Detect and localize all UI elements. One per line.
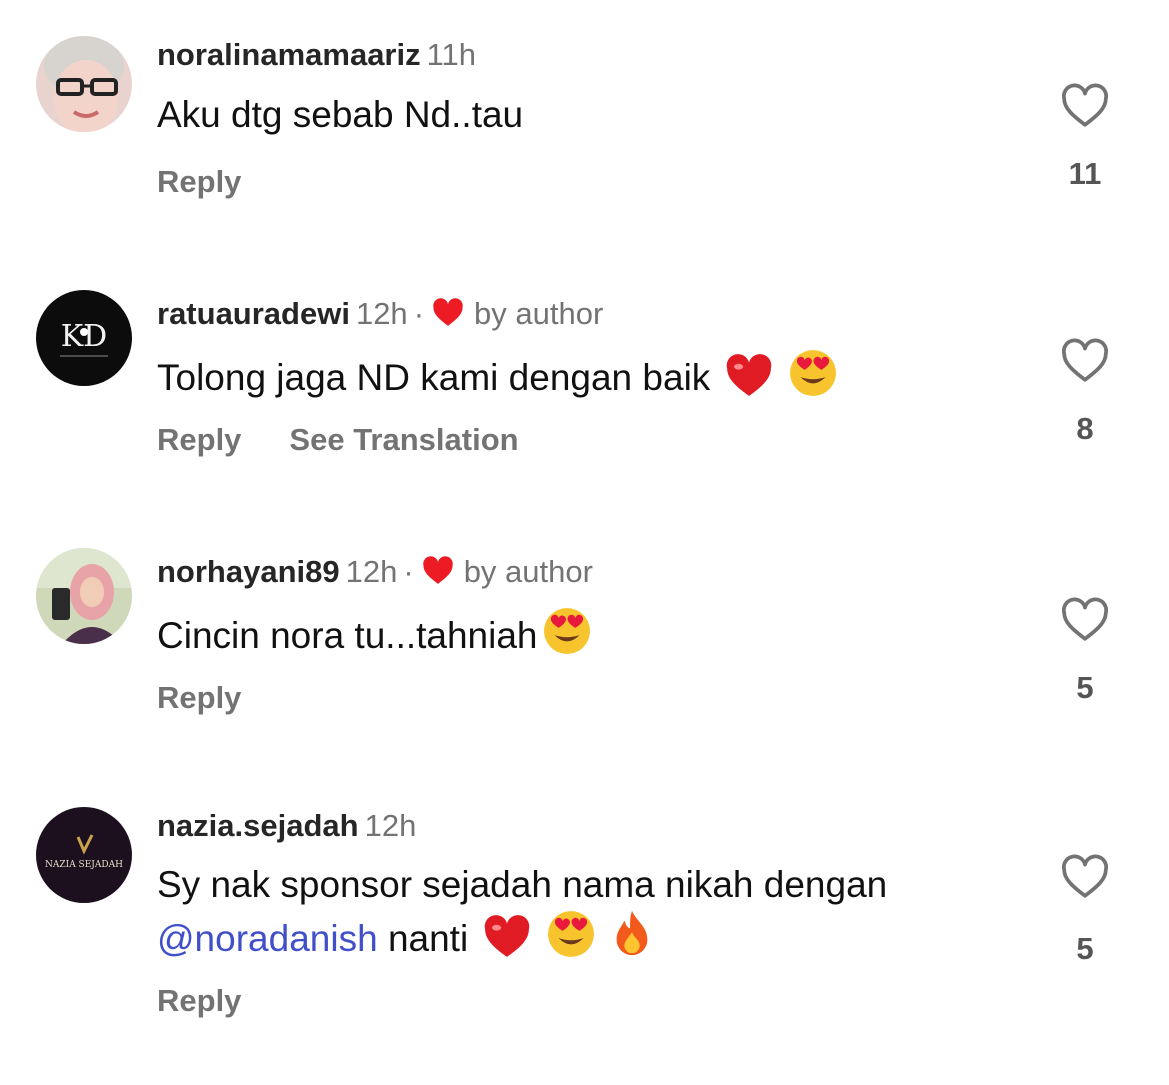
username[interactable]: noralinamamaariz	[157, 37, 421, 72]
reply-button[interactable]: Reply	[157, 680, 241, 715]
liked-by-author-heart-icon	[433, 298, 463, 326]
comment-body: Tolong jaga ND kami dengan baik	[157, 357, 711, 398]
comment-body-line2: @noradanish nanti	[157, 909, 887, 963]
heart-eyes-emoji-icon	[548, 911, 595, 957]
avatar[interactable]	[36, 36, 132, 132]
username[interactable]: nazia.sejadah	[157, 808, 359, 843]
by-author-label: by author	[463, 554, 593, 589]
heart-eyes-emoji-icon	[790, 350, 837, 396]
avatar[interactable]: NAZIA SEJADAH	[36, 807, 132, 903]
reply-button[interactable]: Reply	[157, 164, 241, 199]
timestamp: 12h	[364, 808, 417, 843]
username[interactable]: ratuauradewi	[157, 296, 350, 331]
comment-body: Aku dtg sebab Nd..tau	[157, 94, 524, 135]
comment-body-line1: Sy nak sponsor sejadah nama nikah dengan	[157, 864, 888, 905]
portrait-photo-icon	[36, 548, 132, 644]
comment-text: Tolong jaga ND kami dengan baik	[157, 348, 838, 402]
separator: ·	[413, 296, 425, 331]
like-count: 8	[1076, 411, 1094, 446]
comment-meta: noralinamamaariz 11h	[157, 35, 476, 75]
red-heart-emoji-icon	[484, 915, 530, 957]
heart-eyes-emoji-icon	[543, 608, 590, 654]
comment-body-tail: nanti	[387, 918, 469, 959]
like-column: 8	[1045, 337, 1125, 447]
avatar-logo-text: KD	[61, 319, 107, 354]
avatar[interactable]	[36, 548, 132, 644]
like-count: 11	[1068, 156, 1102, 191]
comment-meta: ratuauradewi 12h · by author	[157, 294, 603, 334]
like-count: 5	[1076, 931, 1094, 966]
liked-by-author-heart-icon	[422, 556, 453, 584]
nazia-sejadah-logo-icon: NAZIA SEJADAH	[36, 807, 132, 903]
comment-text: Cincin nora tu...tahniah	[157, 606, 592, 660]
avatar-logo-text: NAZIA SEJADAH	[45, 860, 123, 870]
timestamp: 12h	[355, 296, 408, 331]
comment-text: Sy nak sponsor sejadah nama nikah dengan…	[157, 861, 887, 963]
see-translation-button[interactable]: See Translation	[289, 422, 518, 457]
like-column: 5	[1045, 596, 1125, 706]
comment-meta: norhayani89 12h · by author	[157, 552, 593, 592]
avatar[interactable]: KD	[36, 290, 132, 386]
heart-outline-icon[interactable]	[1060, 853, 1110, 899]
like-column: 11	[1045, 82, 1125, 192]
comment-actions: Reply	[157, 680, 241, 716]
portrait-photo-icon	[36, 36, 132, 132]
heart-outline-icon[interactable]	[1060, 337, 1110, 383]
red-heart-emoji-icon	[727, 354, 772, 396]
separator: ·	[403, 554, 414, 589]
comment-actions: Reply	[157, 983, 241, 1019]
comment-meta: nazia.sejadah 12h	[157, 806, 416, 846]
like-count: 5	[1076, 670, 1094, 705]
timestamp: 11h	[426, 37, 477, 72]
mention-link[interactable]: @noradanish	[157, 918, 378, 959]
fire-emoji-icon	[616, 910, 648, 956]
by-author-label: by author	[474, 296, 604, 331]
timestamp: 12h	[345, 554, 398, 589]
kd-logo-icon: KD	[36, 290, 132, 386]
like-column: 5	[1045, 853, 1125, 967]
username[interactable]: norhayani89	[157, 554, 340, 589]
reply-button[interactable]: Reply	[157, 983, 241, 1018]
heart-outline-icon[interactable]	[1060, 82, 1110, 128]
comment-actions: Reply	[157, 164, 241, 200]
heart-outline-icon[interactable]	[1060, 596, 1110, 642]
comment-actions: Reply See Translation	[157, 422, 519, 458]
reply-button[interactable]: Reply	[157, 422, 241, 457]
comment-body: Cincin nora tu...tahniah	[157, 615, 538, 656]
comment-text: Aku dtg sebab Nd..tau	[157, 91, 523, 139]
